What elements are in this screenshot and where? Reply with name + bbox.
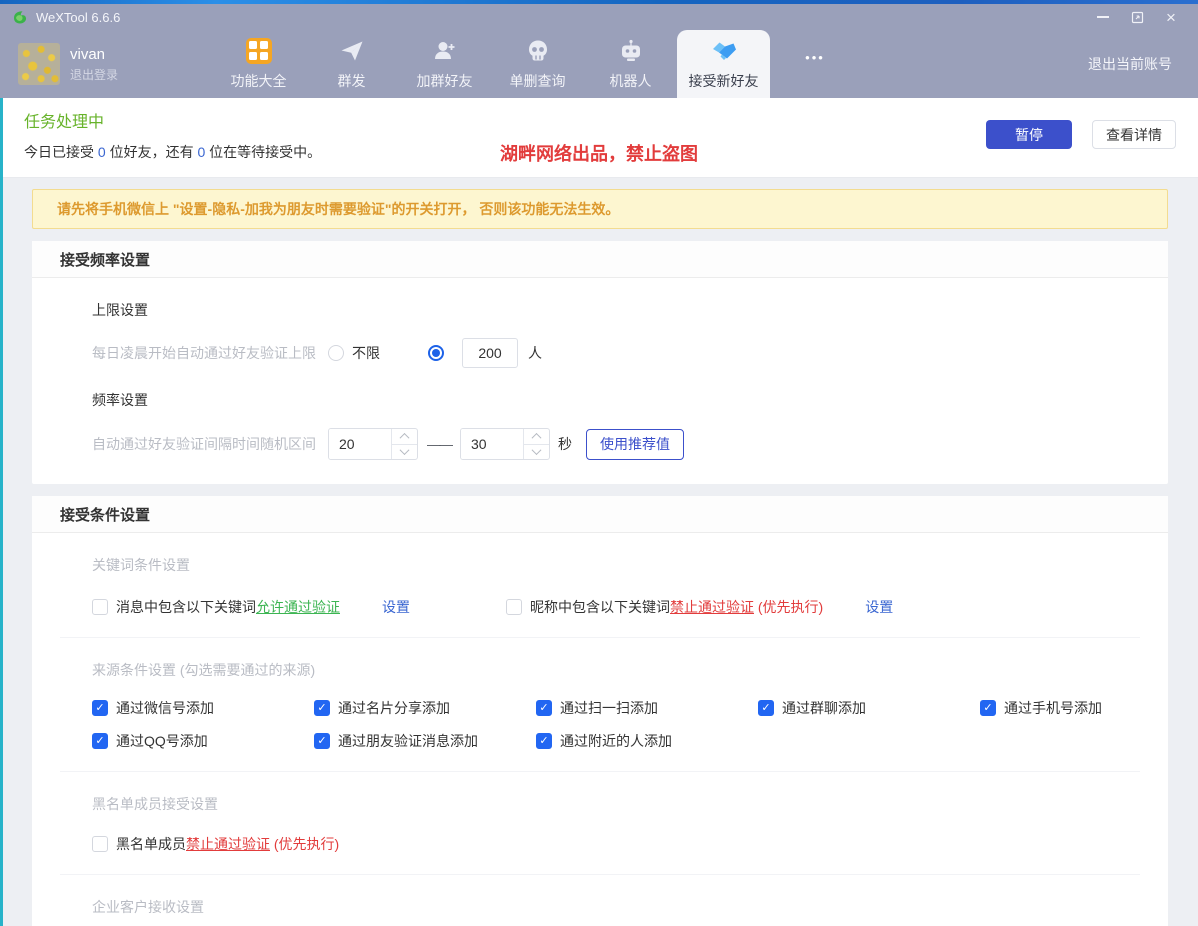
limit-unit: 人	[528, 343, 542, 363]
allow-text: 允许通过验证	[256, 599, 340, 615]
interval-min-input[interactable]	[329, 429, 391, 459]
avatar	[18, 43, 60, 85]
interval-max-spinner	[460, 428, 550, 460]
nav-item-add-group-friends[interactable]: 加群好友	[398, 30, 491, 98]
close-icon[interactable]: ×	[1154, 5, 1188, 29]
task-status-title: 任务处理中	[24, 108, 104, 132]
page-content: 任务处理中 今日已接受 0 位好友，还有 0 位在等待接受中。 湖畔网络出品，禁…	[0, 98, 1198, 926]
logout-account-button[interactable]: 退出当前账号	[1088, 30, 1198, 98]
handshake-icon	[710, 38, 738, 64]
nav-item-bulk-send[interactable]: 群发	[305, 30, 398, 98]
user-name: vivan	[70, 46, 118, 63]
window-title: WeXTool 6.6.6	[36, 10, 120, 25]
checkbox-checked-icon[interactable]: ✓	[980, 700, 996, 716]
interval-max-input[interactable]	[461, 429, 523, 459]
checkbox-checked-icon[interactable]: ✓	[92, 733, 108, 749]
task-status-section: 任务处理中 今日已接受 0 位好友，还有 0 位在等待接受中。 湖畔网络出品，禁…	[0, 98, 1198, 178]
checkbox-checked-icon[interactable]: ✓	[536, 700, 552, 716]
source-checkbox-item[interactable]: ✓ 通过群聊添加	[758, 698, 980, 718]
spin-down-icon[interactable]	[524, 444, 549, 460]
frequency-card-title: 接受频率设置	[32, 241, 1168, 278]
nickname-keyword-checkbox[interactable]	[506, 599, 522, 615]
source-checkbox-item[interactable]: ✓ 通过朋友验证消息添加	[314, 731, 536, 751]
nav-item-accept-new-friends[interactable]: 接受新好友	[677, 30, 770, 98]
send-icon	[339, 38, 365, 64]
interval-unit: 秒	[558, 434, 572, 454]
spin-up-icon[interactable]	[524, 429, 549, 444]
nickname-keyword-group: 昵称中包含以下关键词禁止通过验证 (优先执行) 设置	[506, 597, 893, 617]
app-header: WeXTool 6.6.6 × vivan 退出登录 功能大全	[0, 4, 1198, 98]
checkbox-checked-icon[interactable]: ✓	[314, 733, 330, 749]
checkbox-checked-icon[interactable]: ✓	[314, 700, 330, 716]
grid-icon	[246, 38, 272, 64]
user-block: vivan 退出登录	[0, 30, 212, 98]
nav-item-features[interactable]: 功能大全	[212, 30, 305, 98]
maximize-icon[interactable]	[1120, 5, 1154, 29]
nickname-keyword-setting-link[interactable]: 设置	[865, 597, 893, 617]
user-meta: vivan 退出登录	[70, 46, 118, 83]
use-recommended-button[interactable]: 使用推荐值	[586, 429, 684, 460]
minimize-icon[interactable]	[1086, 5, 1120, 29]
keyword-row: 消息中包含以下关键词允许通过验证 设置 昵称中包含以下关键词禁止通过验证 (优先…	[92, 597, 1168, 617]
enterprise-subtitle: 企业客户接收设置	[92, 897, 1168, 917]
robot-icon	[618, 38, 644, 64]
spin-up-icon[interactable]	[392, 429, 417, 444]
unlimited-radio[interactable]	[328, 345, 344, 361]
checkbox-checked-icon[interactable]: ✓	[758, 700, 774, 716]
blacklist-checkbox[interactable]	[92, 836, 108, 852]
warning-banner: 请先将手机微信上 "设置-隐私-加我为朋友时需要验证"的开关打开， 否则该功能无…	[32, 189, 1168, 229]
frequency-settings-card: 接受频率设置 上限设置 每日凌晨开始自动通过好友验证上限 不限 人 频率设置 自…	[32, 241, 1168, 484]
source-checkbox-item[interactable]: ✓ 通过微信号添加	[92, 698, 314, 718]
checkbox-checked-icon[interactable]: ✓	[92, 700, 108, 716]
main-navbar: vivan 退出登录 功能大全 群发	[0, 30, 1198, 98]
more-icon[interactable]: •••	[770, 30, 860, 98]
skull-icon	[525, 38, 551, 64]
blacklist-row: 黑名单成员禁止通过验证 (优先执行)	[92, 834, 1168, 854]
keyword-subtitle: 关键词条件设置	[92, 555, 1168, 575]
app-logo-icon	[12, 9, 28, 25]
nav-item-delete-check[interactable]: 单删查询	[491, 30, 584, 98]
task-buttons: 暂停 查看详情	[986, 120, 1176, 149]
nav-items: 功能大全 群发 加群好友	[212, 30, 860, 98]
source-checkbox-item[interactable]: ✓ 通过QQ号添加	[92, 731, 314, 751]
source-subtitle: 来源条件设置 (勾选需要通过的来源)	[92, 660, 1168, 680]
frequency-setting-row: 自动通过好友验证间隔时间随机区间 —— 秒	[92, 428, 1168, 460]
message-keyword-checkbox[interactable]	[92, 599, 108, 615]
nav-item-robot[interactable]: 机器人	[584, 30, 677, 98]
frequency-label: 自动通过好友验证间隔时间随机区间	[92, 434, 316, 454]
divider	[60, 771, 1140, 772]
interval-min-spinner	[328, 428, 418, 460]
limit-subtitle: 上限设置	[92, 300, 1168, 320]
unlimited-label: 不限	[352, 343, 380, 363]
user-add-icon	[432, 38, 458, 64]
limit-count-input[interactable]	[462, 338, 518, 368]
frequency-subtitle: 频率设置	[92, 390, 1168, 410]
priority-text: (优先执行)	[754, 599, 823, 615]
condition-settings-card: 接受条件设置 关键词条件设置 消息中包含以下关键词允许通过验证 设置 昵称中包含…	[32, 496, 1168, 926]
limit-radio[interactable]	[428, 345, 444, 361]
limit-label: 每日凌晨开始自动通过好友验证上限	[92, 343, 316, 363]
checkbox-checked-icon[interactable]: ✓	[536, 733, 552, 749]
source-checkbox-grid: ✓ 通过微信号添加 ✓ 通过名片分享添加 ✓ 通过扫一扫添加 ✓ 通过群聊添加	[92, 698, 1168, 751]
limit-setting-row: 每日凌晨开始自动通过好友验证上限 不限 人	[92, 338, 1168, 368]
spin-down-icon[interactable]	[392, 444, 417, 460]
source-checkbox-item[interactable]: ✓ 通过扫一扫添加	[536, 698, 758, 718]
range-dash: ——	[427, 436, 451, 452]
divider	[60, 637, 1140, 638]
navbar-spacer	[860, 30, 1088, 98]
titlebar: WeXTool 6.6.6 ×	[0, 4, 1198, 30]
background-window-left-edge	[0, 98, 3, 926]
blacklist-subtitle: 黑名单成员接受设置	[92, 794, 1168, 814]
source-checkbox-item[interactable]: ✓ 通过附近的人添加	[536, 731, 758, 751]
message-keyword-group: 消息中包含以下关键词允许通过验证 设置	[92, 597, 410, 617]
source-checkbox-item[interactable]: ✓ 通过手机号添加	[980, 698, 1198, 718]
message-keyword-setting-link[interactable]: 设置	[382, 597, 410, 617]
deny-text: 禁止通过验证	[670, 599, 754, 615]
source-checkbox-item[interactable]: ✓ 通过名片分享添加	[314, 698, 536, 718]
logout-login-link[interactable]: 退出登录	[70, 66, 118, 83]
condition-card-title: 接受条件设置	[32, 496, 1168, 533]
pause-button[interactable]: 暂停	[986, 120, 1072, 149]
view-details-button[interactable]: 查看详情	[1092, 120, 1176, 149]
divider	[60, 874, 1140, 875]
